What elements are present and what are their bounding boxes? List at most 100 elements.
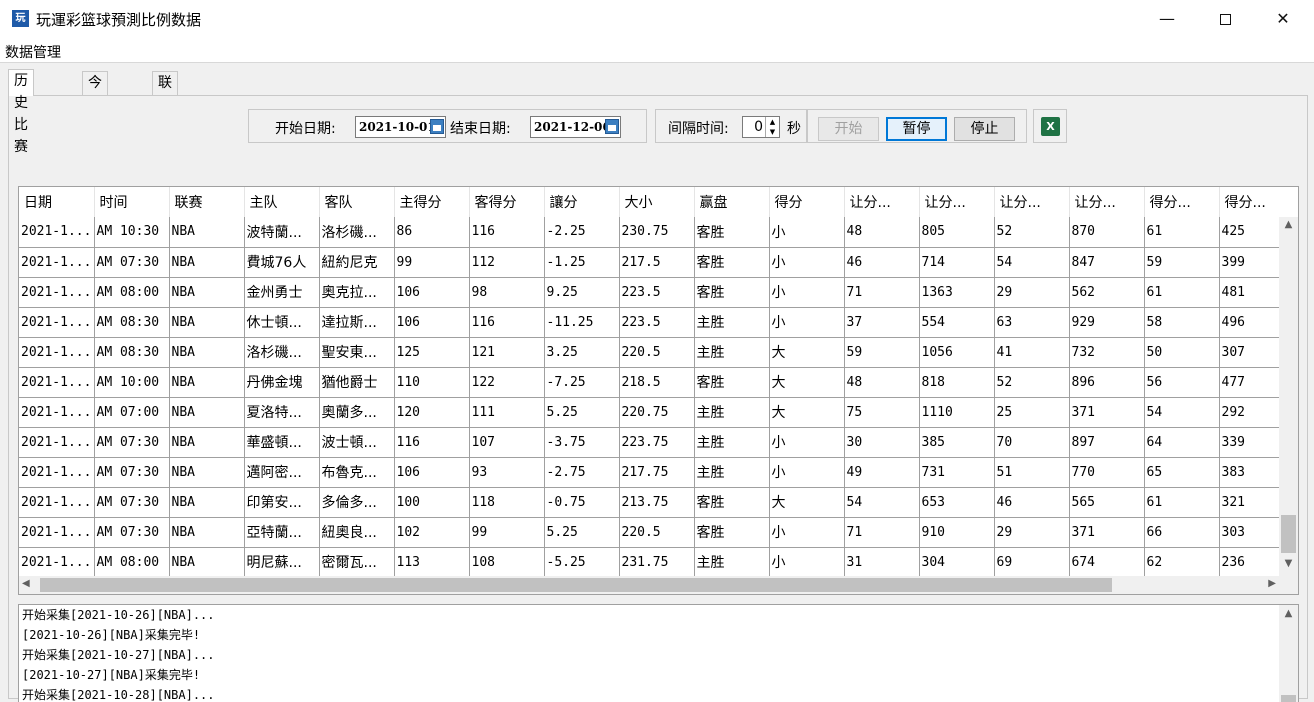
column-header[interactable]: 让分...: [844, 187, 920, 217]
vertical-scrollbar[interactable]: ▲ ▼: [1279, 217, 1298, 577]
table-cell: 波特蘭...: [244, 217, 320, 248]
table-cell: 25: [994, 397, 1070, 428]
horizontal-scrollbar[interactable]: ◀ ▶: [19, 576, 1298, 594]
table-cell: 紐約尼克: [319, 247, 395, 278]
tab-history-matches[interactable]: 历史比赛: [8, 69, 34, 155]
table-cell: 2021-1...: [19, 427, 95, 458]
table-cell: -7.25: [544, 367, 620, 398]
table-cell: 307: [1219, 337, 1279, 368]
table-cell: 2021-1...: [19, 277, 95, 308]
table-cell: 339: [1219, 427, 1279, 458]
table-cell: 小: [769, 517, 845, 548]
start-date-picker[interactable]: 2021-10-01: [355, 116, 446, 138]
end-date-picker[interactable]: 2021-12-06: [530, 116, 621, 138]
table-cell: 48: [844, 367, 920, 398]
scroll-thumb[interactable]: [1281, 695, 1296, 702]
interval-stepper[interactable]: 0 ▲ ▼: [742, 116, 780, 138]
table-row[interactable]: 2021-1... AM 08:30 NBA 洛杉磯... 聖安東... 125 121 3.…: [19, 337, 1279, 368]
column-header[interactable]: 得分...: [1219, 187, 1279, 217]
table-cell: 小: [769, 217, 845, 248]
column-header[interactable]: 客队: [319, 187, 395, 217]
table-cell: 布魯克...: [319, 457, 395, 488]
table-row[interactable]: 2021-1... AM 07:00 NBA 夏洛特... 奧蘭多... 120 111 5.…: [19, 397, 1279, 428]
table-row[interactable]: 2021-1... AM 10:00 NBA 丹佛金塊 猶他爵士 110 122 -7.25 2…: [19, 367, 1279, 398]
table-row[interactable]: 2021-1... AM 08:30 NBA 休士頓... 達拉斯... 106 116 -1…: [19, 307, 1279, 338]
table-row[interactable]: 2021-1... AM 08:00 NBA 金州勇士 奧克拉... 106 98 9.25 2…: [19, 277, 1279, 308]
table-cell: 2021-1...: [19, 487, 95, 518]
tab-league-select[interactable]: 联赛选择: [152, 71, 178, 157]
tab-today-matches[interactable]: 今日比赛: [82, 71, 108, 157]
column-header[interactable]: 赢盘: [694, 187, 770, 217]
table-row[interactable]: 2021-1... AM 07:30 NBA 華盛頓... 波士頓... 116 107 -3…: [19, 427, 1279, 458]
column-header[interactable]: 大小: [619, 187, 695, 217]
table-row[interactable]: 2021-1... AM 10:30 NBA 波特蘭... 洛杉磯... 86 116 -2.…: [19, 217, 1279, 248]
scroll-thumb[interactable]: [40, 578, 1112, 592]
close-button[interactable]: ✕: [1254, 0, 1312, 38]
table-row[interactable]: 2021-1... AM 07:30 NBA 邁阿密... 布魯克... 106 93 -2.…: [19, 457, 1279, 488]
table-cell: 99: [394, 247, 470, 278]
table-cell: 客胜: [694, 217, 770, 248]
table-cell: 52: [994, 217, 1070, 248]
column-header[interactable]: 让分...: [994, 187, 1070, 217]
column-header[interactable]: 让分...: [1069, 187, 1145, 217]
column-header[interactable]: 得分: [769, 187, 845, 217]
table-cell: 客胜: [694, 517, 770, 548]
calendar-icon[interactable]: [430, 119, 444, 134]
menu-data-management[interactable]: 数据管理: [5, 42, 61, 62]
table-cell: NBA: [169, 307, 245, 338]
table-cell: 洛杉磯...: [244, 337, 320, 368]
column-header[interactable]: 时间: [94, 187, 170, 217]
table-cell: 93: [469, 457, 545, 488]
table-cell: -5.25: [544, 547, 620, 577]
scroll-right-icon[interactable]: ▶: [1268, 578, 1276, 589]
column-header[interactable]: 讓分: [544, 187, 620, 217]
table-cell: 密爾瓦...: [319, 547, 395, 577]
table-cell: 52: [994, 367, 1070, 398]
column-header[interactable]: 主队: [244, 187, 320, 217]
column-header[interactable]: 日期: [19, 187, 95, 217]
table-cell: 213.75: [619, 487, 695, 518]
table-cell: 818: [919, 367, 995, 398]
calendar-icon[interactable]: [605, 119, 619, 134]
column-header[interactable]: 客得分: [469, 187, 545, 217]
stepper-up-icon[interactable]: ▲: [766, 117, 779, 127]
table-cell: 66: [1144, 517, 1220, 548]
maximize-button[interactable]: [1196, 0, 1254, 38]
table-cell: 304: [919, 547, 995, 577]
pause-button[interactable]: 暂停: [886, 117, 947, 141]
table-row[interactable]: 2021-1... AM 07:30 NBA 亞特蘭... 紐奧良... 102 99 5.2…: [19, 517, 1279, 548]
table-cell: 猶他爵士: [319, 367, 395, 398]
column-header[interactable]: 主得分: [394, 187, 470, 217]
log-scrollbar[interactable]: ▲ ▼: [1279, 605, 1298, 702]
match-data-grid[interactable]: 日期 时间 联赛 主队 客队 主得分 客得分 讓分 大小 赢盘 得分 让分... 让分... 让分... 让…: [18, 186, 1299, 595]
scroll-left-icon[interactable]: ◀: [22, 578, 30, 589]
table-row[interactable]: 2021-1... AM 08:00 NBA 明尼蘇... 密爾瓦... 113 108 -5…: [19, 547, 1279, 577]
scroll-up-icon[interactable]: ▲: [1279, 219, 1298, 236]
table-cell: 870: [1069, 217, 1145, 248]
table-row[interactable]: 2021-1... AM 07:30 NBA 印第安... 多倫多... 100 118 -0…: [19, 487, 1279, 518]
table-row[interactable]: 2021-1... AM 07:30 NBA 費城76人 紐約尼克 99 112 -1.25 2…: [19, 247, 1279, 278]
column-header[interactable]: 让分...: [919, 187, 995, 217]
table-cell: 113: [394, 547, 470, 577]
stepper-buttons: ▲ ▼: [765, 117, 779, 137]
minimize-button[interactable]: —: [1138, 0, 1196, 38]
start-button[interactable]: 开始: [818, 117, 879, 141]
table-cell: 小: [769, 277, 845, 308]
scroll-down-icon[interactable]: ▼: [1279, 558, 1298, 575]
scroll-thumb[interactable]: [1281, 515, 1296, 553]
excel-export-icon[interactable]: X: [1041, 117, 1060, 136]
table-cell: 231.75: [619, 547, 695, 577]
table-cell: NBA: [169, 217, 245, 248]
table-cell: 37: [844, 307, 920, 338]
column-header[interactable]: 联赛: [169, 187, 245, 217]
table-cell: 929: [1069, 307, 1145, 338]
stepper-down-icon[interactable]: ▼: [766, 127, 779, 137]
table-cell: 217.75: [619, 457, 695, 488]
scroll-up-icon[interactable]: ▲: [1279, 608, 1298, 619]
log-textbox[interactable]: 开始采集[2021-10-26][NBA]... [2021-10-26][NBA…: [18, 604, 1299, 702]
stop-button[interactable]: 停止: [954, 117, 1015, 141]
table-cell: AM 10:30: [94, 217, 170, 248]
table-cell: 2021-1...: [19, 247, 95, 278]
column-header[interactable]: 得分...: [1144, 187, 1220, 217]
table-cell: 116: [469, 217, 545, 248]
